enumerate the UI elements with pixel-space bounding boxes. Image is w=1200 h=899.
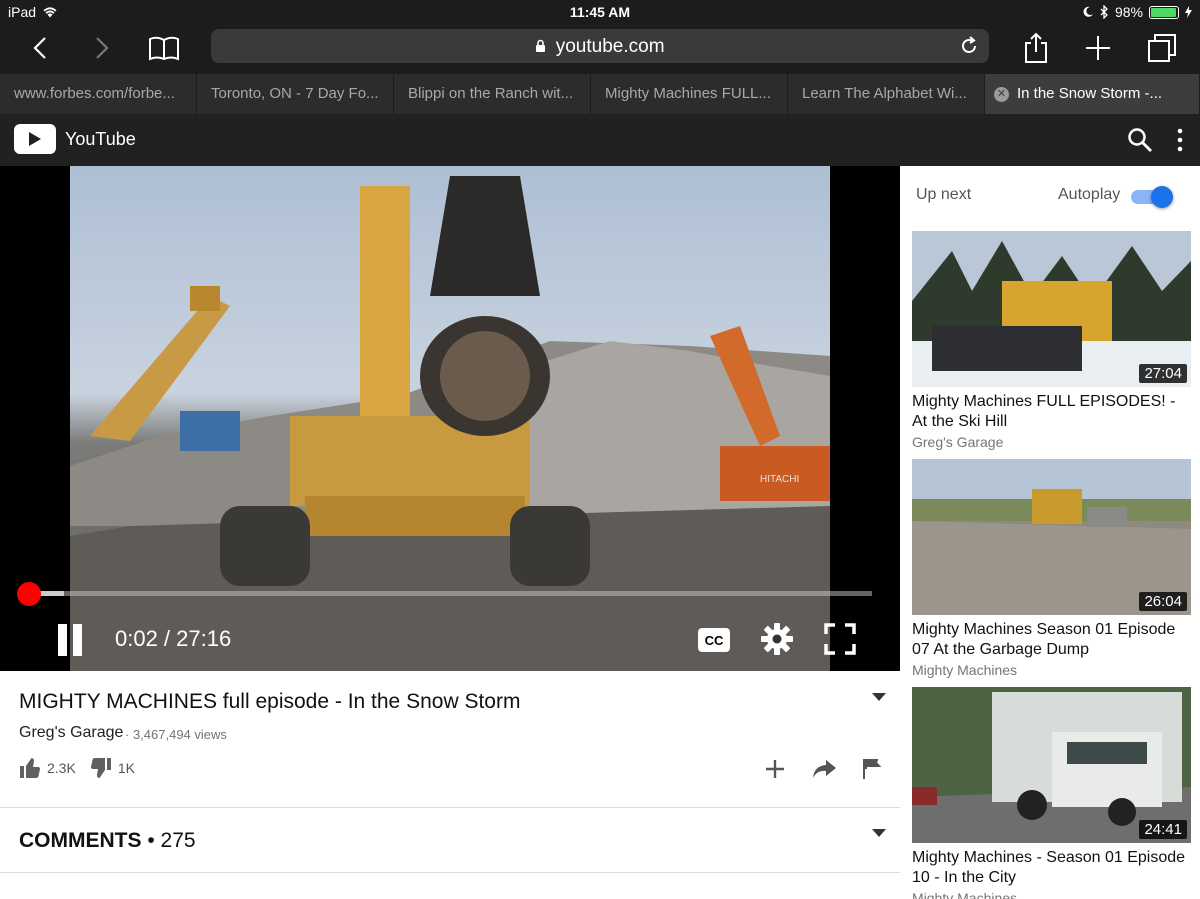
like-count: 2.3K <box>47 760 76 776</box>
recommended-video-channel: Mighty Machines <box>912 890 1018 899</box>
back-button[interactable] <box>20 30 60 66</box>
ipad-screen: iPad 11:45 AM 98% youtube.com www.forbes… <box>0 0 1200 899</box>
pause-button[interactable] <box>56 624 84 656</box>
recommended-video-channel: Greg's Garage <box>912 434 1004 450</box>
recommended-video[interactable]: 27:04 Mighty Machines FULL EPISODES! - A… <box>912 231 1191 450</box>
up-next-sidebar: Up next Autoplay 27:04 Mighty Machines F… <box>900 166 1200 899</box>
more-vertical-icon[interactable] <box>1170 126 1190 154</box>
tab-title: Blippi on the Ranch wit... <box>408 85 574 102</box>
recommended-video[interactable]: 24:41 Mighty Machines - Season 01 Episod… <box>912 687 1191 899</box>
pause-icon <box>58 624 67 656</box>
bookmarks-button[interactable] <box>144 30 184 66</box>
thumbs-down-icon[interactable] <box>90 757 112 779</box>
moon-icon <box>1083 6 1093 17</box>
browser-tab[interactable]: www.forbes.com/forbe... <box>0 74 197 114</box>
report-flag-icon[interactable] <box>859 756 885 782</box>
like-dislike-bar: 2.3K 1K <box>19 757 149 779</box>
video-player[interactable]: HITACHI 0:02 / 27:16 CC <box>0 166 900 671</box>
browser-tab[interactable]: Mighty Machines FULL... <box>591 74 788 114</box>
browser-tab[interactable]: Blippi on the Ranch wit... <box>394 74 591 114</box>
time-display: 0:02 / 27:16 <box>115 626 232 651</box>
settings-gear-icon[interactable] <box>760 622 794 656</box>
video-duration: 27:04 <box>1139 364 1187 383</box>
new-tab-button[interactable] <box>1078 30 1118 66</box>
thumbs-up-icon[interactable] <box>19 757 41 779</box>
share-arrow-icon[interactable] <box>811 756 837 782</box>
lock-icon <box>536 39 546 52</box>
chevron-left-icon <box>33 37 46 59</box>
up-next-label: Up next <box>916 186 972 203</box>
youtube-header: YouTube <box>0 114 1200 166</box>
charging-icon <box>1185 6 1192 18</box>
address-bar[interactable]: youtube.com <box>211 29 989 63</box>
status-time: 11:45 AM <box>569 4 631 20</box>
share-button[interactable] <box>1016 30 1056 66</box>
close-tab-icon[interactable]: ✕ <box>994 87 1009 102</box>
fullscreen-icon[interactable] <box>823 622 857 656</box>
comments-count: • 275 <box>147 829 196 852</box>
share-icon <box>1025 32 1047 63</box>
search-icon[interactable] <box>1126 126 1154 154</box>
autoplay-toggle[interactable] <box>1131 186 1173 208</box>
video-thumbnail[interactable]: 26:04 <box>912 459 1191 615</box>
tabs-icon <box>1148 34 1176 62</box>
tab-title: In the Snow Storm -... <box>1017 85 1163 102</box>
divider <box>0 807 900 808</box>
comments-label: COMMENTS <box>19 829 142 852</box>
view-count: · 3,467,494 views <box>125 727 227 742</box>
bluetooth-icon <box>1100 5 1108 19</box>
chevron-right-icon <box>96 37 109 59</box>
recommended-video-title[interactable]: Mighty Machines - Season 01 Episode 10 -… <box>912 848 1191 888</box>
video-duration: 26:04 <box>1139 592 1187 611</box>
recommended-video-title[interactable]: Mighty Machines FULL EPISODES! - At the … <box>912 392 1191 432</box>
autoplay-label: Autoplay <box>1058 186 1121 203</box>
svg-text:CC: CC <box>705 633 724 648</box>
expand-description-icon[interactable] <box>870 690 888 704</box>
tab-title: www.forbes.com/forbe... <box>14 85 175 102</box>
book-icon <box>149 36 179 61</box>
plus-icon <box>1086 36 1110 60</box>
channel-name[interactable]: Greg's Garage <box>19 724 123 742</box>
reload-icon[interactable] <box>957 34 981 58</box>
recommended-video[interactable]: 26:04 Mighty Machines Season 01 Episode … <box>912 459 1191 678</box>
battery-icon <box>1149 5 1179 19</box>
browser-tab[interactable]: Learn The Alphabet Wi... <box>788 74 985 114</box>
progress-bar[interactable] <box>30 591 872 596</box>
browser-tab[interactable]: Toronto, ON - 7 Day Fo... <box>197 74 394 114</box>
video-thumbnail[interactable]: 24:41 <box>912 687 1191 843</box>
forward-button[interactable] <box>82 30 122 66</box>
closed-captions-icon[interactable]: CC <box>697 627 731 653</box>
scrubber-handle[interactable] <box>17 582 41 606</box>
url-text: youtube.com <box>555 36 665 57</box>
divider <box>0 872 900 873</box>
video-thumbnail[interactable]: 27:04 <box>912 231 1191 387</box>
tabs-overview-button[interactable] <box>1142 30 1182 66</box>
recommended-video-channel: Mighty Machines <box>912 662 1018 678</box>
video-title: MIGHTY MACHINES full episode - In the Sn… <box>19 690 521 713</box>
youtube-logo-icon[interactable] <box>14 124 56 154</box>
expand-comments-icon[interactable] <box>870 826 888 840</box>
tab-title: Mighty Machines FULL... <box>605 85 771 102</box>
battery-percent: 98% <box>1114 4 1143 20</box>
video-duration: 24:41 <box>1139 820 1187 839</box>
browser-tab-active[interactable]: ✕ In the Snow Storm -... <box>985 74 1200 114</box>
hitachi-logo-text: HITACHI <box>760 474 799 485</box>
tab-title: Toronto, ON - 7 Day Fo... <box>211 85 379 102</box>
tab-title: Learn The Alphabet Wi... <box>802 85 967 102</box>
video-actions <box>762 756 887 782</box>
browser-toolbar: youtube.com <box>0 24 1200 74</box>
add-to-playlist-icon[interactable] <box>762 756 788 782</box>
status-bar: iPad 11:45 AM 98% <box>0 0 1200 24</box>
youtube-brand-name[interactable]: YouTube <box>65 129 136 150</box>
browser-tab-strip: www.forbes.com/forbe... Toronto, ON - 7 … <box>0 74 1200 114</box>
recommended-video-title[interactable]: Mighty Machines Season 01 Episode 07 At … <box>912 620 1191 660</box>
comments-header[interactable]: COMMENTS • 275 <box>19 829 196 853</box>
dislike-count: 1K <box>117 760 135 776</box>
